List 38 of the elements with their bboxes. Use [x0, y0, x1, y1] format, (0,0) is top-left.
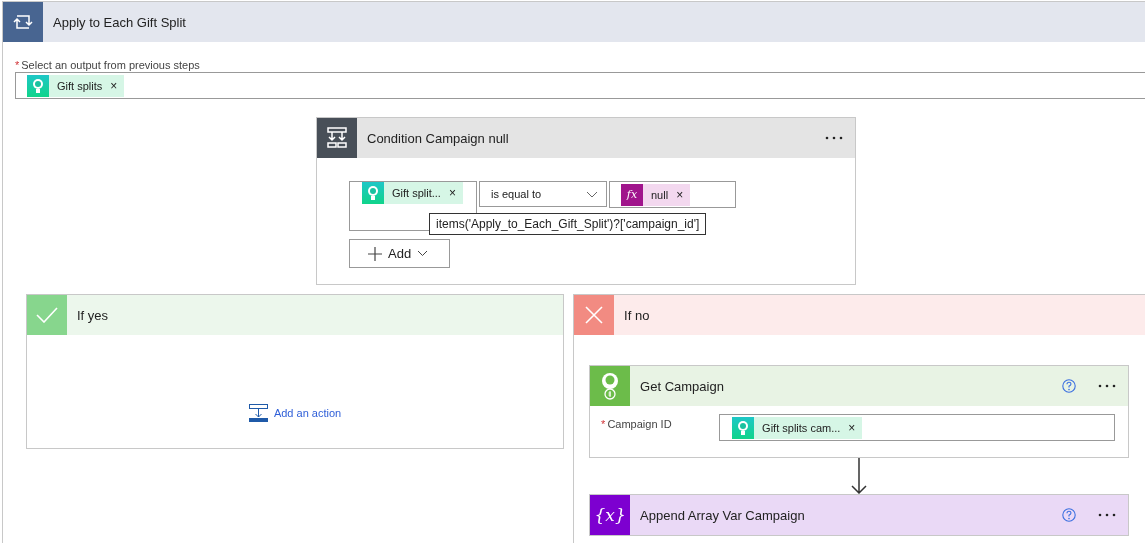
condition-title: Condition Campaign null [367, 130, 509, 146]
add-action-link[interactable]: Add an action [248, 404, 342, 422]
token-chip[interactable]: Gift split... × [362, 182, 463, 204]
branch-title: If no [624, 307, 650, 323]
condition-icon [326, 127, 348, 149]
campaign-id-field[interactable]: Gift splits cam... × [719, 414, 1116, 441]
more-icon[interactable] [1098, 513, 1117, 517]
chevron-icon [417, 250, 429, 257]
variable-icon: {x} [594, 505, 626, 525]
required-mark: * [601, 418, 606, 432]
branch-title: If yes [77, 307, 109, 323]
field-label: Campaign ID [607, 418, 672, 432]
required-mark: * [15, 59, 20, 71]
person-icon [365, 185, 381, 201]
loop-title: Apply to Each Gift Split [53, 14, 186, 30]
token-chip[interactable]: Gift splits × [27, 74, 125, 97]
plus-icon [368, 246, 382, 261]
operator-dropdown[interactable]: is equal to [479, 181, 607, 207]
help-icon[interactable] [1062, 508, 1077, 522]
check-icon [36, 307, 58, 323]
add-button[interactable]: Add [349, 239, 450, 268]
token-chip[interactable]: Gift splits cam... × [732, 416, 863, 439]
value-field[interactable]: fx null × [609, 181, 736, 208]
arrow-icon [851, 458, 868, 494]
action-title: Append Array Var Campaign [640, 507, 805, 523]
help-icon[interactable] [1062, 379, 1077, 393]
more-icon[interactable] [1098, 384, 1117, 388]
token-chip[interactable]: fx null × [621, 183, 691, 206]
more-icon[interactable] [825, 136, 843, 140]
action-title: Get Campaign [640, 378, 724, 394]
person-icon [30, 77, 46, 94]
cross-icon [585, 306, 604, 324]
output-field[interactable]: Gift splits × [15, 72, 1145, 99]
chevron-icon [586, 190, 598, 198]
loop-icon [13, 14, 33, 30]
tooltip: items('Apply_to_Each_Gift_Split')?['campaign_id'] [429, 213, 707, 235]
field-label: Select an output from previous steps [21, 59, 200, 71]
add-action-icon [248, 404, 268, 422]
